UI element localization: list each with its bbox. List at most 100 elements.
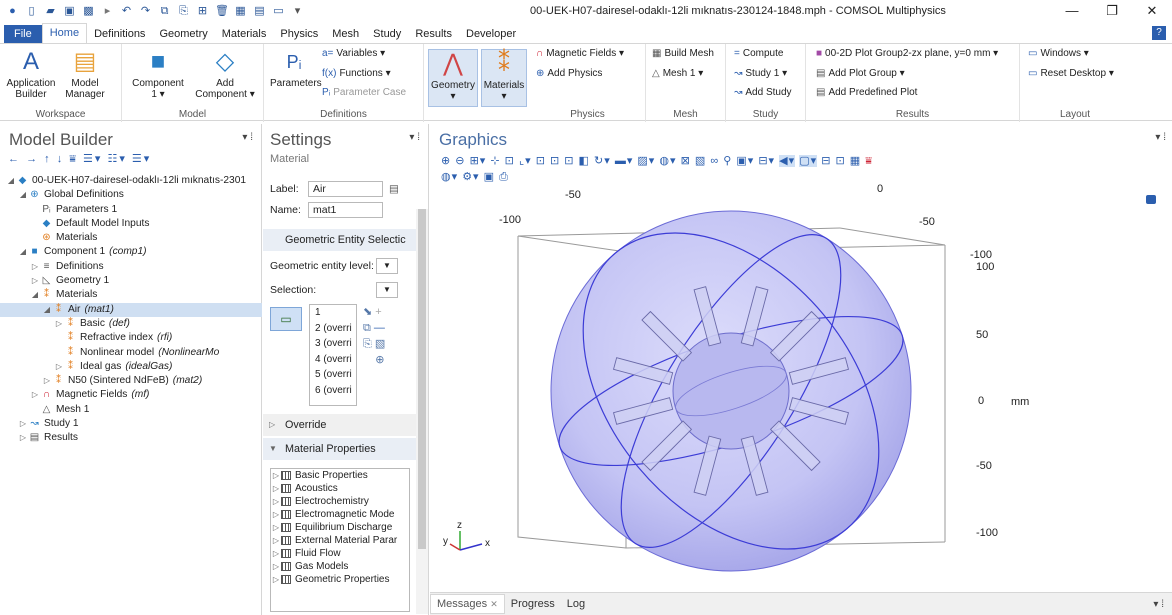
tree-arrow-icon[interactable]: ◢: [42, 303, 52, 317]
tab-home[interactable]: Home: [41, 23, 88, 44]
material-property-item[interactable]: ▷ Basic Properties: [271, 469, 409, 482]
reset-desktop-button[interactable]: ▭ Reset Desktop ▾: [1028, 68, 1114, 79]
tree-arrow-icon[interactable]: ▷: [54, 360, 64, 374]
material-property-item[interactable]: ▷ Electrochemistry: [271, 495, 409, 508]
screen-icon[interactable]: ▭: [272, 5, 285, 18]
save-as-icon[interactable]: ▩: [82, 5, 95, 18]
tab-log[interactable]: Log: [561, 598, 591, 610]
tree-item[interactable]: ◢ ⁑ Air (mat1): [0, 302, 262, 317]
tree-arrow-icon[interactable]: ▷: [54, 317, 64, 331]
magnetic-fields-button[interactable]: ∩ Magnetic Fields ▾: [536, 48, 624, 59]
zoom-in-icon[interactable]: ⊕: [441, 155, 451, 167]
application-builder-button[interactable]: A Application Builder: [6, 48, 56, 100]
zoom-box-icon[interactable]: ⊞▾: [470, 155, 487, 167]
pin-icon[interactable]: ▾ ⁞: [242, 132, 253, 143]
close-button[interactable]: ✕: [1132, 0, 1172, 22]
tree-item[interactable]: ◢ ◆ 00-UEK-H07-dairesel-odaklı-12li mıknat…: [0, 174, 262, 188]
tab-study[interactable]: Study: [366, 25, 408, 44]
geometry-button[interactable]: ⋀ Geometry ▾: [428, 49, 478, 107]
expand-arrow-icon[interactable]: ▷: [271, 521, 281, 534]
view-options-icon[interactable]: ▣▾: [736, 155, 754, 167]
select-objects-icon[interactable]: ⊡: [835, 155, 845, 167]
settings-scrollbar[interactable]: [416, 209, 428, 614]
add-component-button[interactable]: ◇ Add Component ▾: [192, 48, 258, 100]
view-xz-icon[interactable]: ⊡: [564, 155, 574, 167]
material-property-item[interactable]: ▷ Gas Models: [271, 560, 409, 573]
component-button[interactable]: ■ Component 1 ▾: [128, 48, 188, 100]
material-property-item[interactable]: ▷ Geometric Properties: [271, 573, 409, 586]
select-all-icon[interactable]: ⊟: [821, 155, 831, 167]
model-manager-button[interactable]: ▤ Model Manager: [60, 48, 110, 100]
view-yz-icon[interactable]: ⊡: [550, 155, 560, 167]
label-field[interactable]: Air: [308, 181, 383, 197]
collapse-icon[interactable]: ☷▾: [107, 153, 126, 165]
tree-arrow-icon[interactable]: ▷: [18, 417, 28, 431]
tab-developer[interactable]: Developer: [459, 25, 523, 44]
transparency-icon[interactable]: ◍▾: [659, 155, 676, 167]
view-axes-icon[interactable]: ⌞▾: [519, 155, 532, 167]
clear-selection-icon[interactable]: ⎘ ▧: [363, 336, 403, 352]
expand-arrow-icon[interactable]: ▷: [271, 547, 281, 560]
selection-dropdown[interactable]: ▼: [376, 282, 398, 298]
tree-item[interactable]: ▷ ▤ Results: [0, 431, 262, 445]
material-property-item[interactable]: ▷ Acoustics: [271, 482, 409, 495]
parameters-button[interactable]: Pᵢ Parameters: [270, 48, 322, 89]
tree-item[interactable]: ◢ ■ Component 1 (comp1): [0, 245, 262, 259]
tree-item[interactable]: ▷ ⁑ N50 (Sintered NdFeB) (mat2): [0, 374, 262, 388]
redo-icon[interactable]: ↷: [139, 5, 152, 18]
save-icon[interactable]: ▣: [63, 5, 76, 18]
duplicate-icon[interactable]: ⊞: [196, 5, 209, 18]
minimize-button[interactable]: —: [1052, 0, 1092, 22]
add-plot-group-button[interactable]: ▤ Add Plot Group ▾: [816, 68, 905, 79]
compute-button[interactable]: = Compute: [734, 48, 783, 59]
mesh1-button[interactable]: △ Mesh 1 ▾: [652, 68, 703, 79]
materials-button[interactable]: ⁑ Materials ▾: [481, 49, 527, 107]
functions-button[interactable]: f(x) Functions ▾: [322, 68, 391, 79]
down-icon[interactable]: ↓: [57, 153, 65, 165]
pin-icon[interactable]: ▾ ⁞: [1153, 599, 1164, 610]
tab-results[interactable]: Results: [408, 25, 459, 44]
new-file-icon[interactable]: ▯: [25, 5, 38, 18]
undo-icon[interactable]: ↶: [120, 5, 133, 18]
forward-icon[interactable]: →: [26, 153, 39, 165]
tree-item[interactable]: ◆ Default Model Inputs: [0, 217, 262, 231]
tree-item[interactable]: ⁑ Refractive index (rfi): [0, 331, 262, 345]
up-icon[interactable]: ↑: [44, 153, 52, 165]
study1-button[interactable]: ↝ Study 1 ▾: [734, 68, 787, 79]
tab-physics[interactable]: Physics: [273, 25, 325, 44]
select-domain-icon[interactable]: ◀▾: [779, 155, 796, 167]
windows-button[interactable]: ▭ Windows ▾: [1028, 48, 1089, 59]
filter-graphics-icon[interactable]: ⩸: [865, 155, 873, 167]
expand-arrow-icon[interactable]: ▷: [271, 560, 281, 573]
expand-arrow-icon[interactable]: ▷: [271, 508, 281, 521]
tree-arrow-icon[interactable]: ◢: [18, 188, 28, 202]
geometric-entity-section[interactable]: Geometric Entity Selectic: [263, 229, 416, 251]
plot-group-button[interactable]: ■ 00-2D Plot Group2-zx plane, y=0 mm ▾: [816, 48, 998, 59]
tab-materials[interactable]: Materials: [215, 25, 274, 44]
back-icon[interactable]: ←: [8, 153, 21, 165]
tree-item[interactable]: ▷ ⁑ Basic (def): [0, 317, 262, 331]
zoom-selected-icon[interactable]: ⊡: [505, 155, 515, 167]
selection-item[interactable]: 2 (overri: [310, 321, 356, 337]
tree-arrow-icon[interactable]: ▷: [30, 388, 40, 402]
variables-button[interactable]: a= Variables ▾: [322, 48, 385, 59]
render-icon[interactable]: ▨▾: [637, 155, 655, 167]
qat-dropdown-icon[interactable]: ▾: [291, 5, 304, 18]
scrollbar-thumb[interactable]: [418, 209, 426, 549]
restore-button[interactable]: ❐: [1092, 0, 1132, 22]
tree-item[interactable]: ◢ ⁑ Materials: [0, 288, 262, 302]
tree-item[interactable]: ◢ ⊕ Global Definitions: [0, 188, 262, 202]
clip-icon[interactable]: ⊟▾: [758, 155, 775, 167]
tree-arrow-icon[interactable]: ▷: [30, 274, 40, 288]
close-icon[interactable]: ✕: [490, 599, 498, 609]
expand-arrow-icon[interactable]: ▷: [271, 482, 281, 495]
tab-definitions[interactable]: Definitions: [87, 25, 152, 44]
zoom-out-icon[interactable]: ⊖: [455, 155, 465, 167]
wireframe-icon[interactable]: ⊠: [681, 155, 691, 167]
view-3d-icon[interactable]: ◧: [579, 155, 590, 167]
pin-icon[interactable]: ▾ ⁞: [1155, 132, 1166, 143]
filter-icon[interactable]: ⩸: [69, 153, 78, 165]
copy-icon[interactable]: ⧉: [158, 5, 171, 18]
play-icon[interactable]: ▸: [101, 5, 114, 18]
compute-icon[interactable]: ▤: [253, 5, 266, 18]
